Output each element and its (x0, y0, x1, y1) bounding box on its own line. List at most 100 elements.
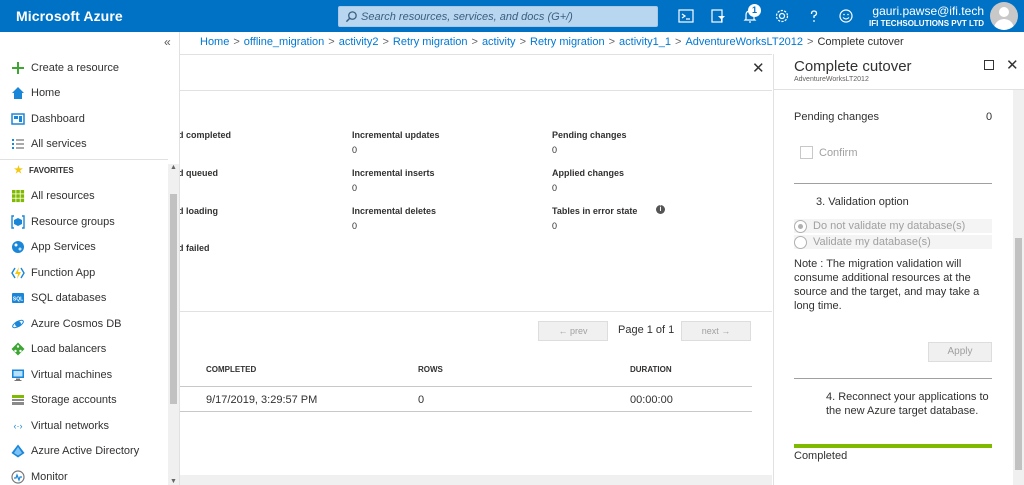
divider (180, 311, 772, 312)
help-icon[interactable] (804, 6, 824, 26)
radio-label: Do not validate my database(s) (813, 220, 966, 232)
breadcrumb-link[interactable]: Retry migration (393, 36, 468, 48)
blade-scroll-thumb[interactable] (1015, 238, 1022, 470)
sidebar-item-monitor[interactable]: Monitor (0, 464, 168, 485)
plus-icon (12, 61, 24, 74)
breadcrumb-separator: > (233, 36, 240, 48)
sidebar-item-label: Resource groups (31, 215, 115, 228)
column-header-completed[interactable]: COMPLETED (206, 365, 256, 374)
directory-filter-icon[interactable] (708, 6, 728, 26)
radio-button[interactable] (794, 235, 807, 249)
monitor-icon (11, 469, 25, 484)
sidebar-item-app-services[interactable]: App Services (0, 234, 168, 259)
cloud-shell-icon[interactable] (676, 6, 696, 26)
column-header-duration[interactable]: DURATION (630, 365, 672, 374)
sidebar-item-load-balancers[interactable]: Load balancers (0, 336, 168, 361)
user-org[interactable]: IFI TECHSOLUTIONS PVT LTD (869, 19, 984, 28)
function-app-icon (11, 266, 25, 279)
breadcrumb-separator: > (675, 36, 682, 48)
radio-validate[interactable]: Validate my database(s) (794, 235, 992, 249)
sidebar-item-sql-databases[interactable]: SQL SQL databases (0, 285, 168, 310)
settings-icon[interactable] (772, 6, 792, 26)
stat-label: Incremental inserts (352, 168, 435, 178)
sidebar-item-label: Home (31, 86, 61, 99)
confirm-label: Confirm (819, 146, 858, 159)
horizontal-scrollbar[interactable] (180, 475, 772, 485)
breadcrumb-link[interactable]: offline_migration (244, 36, 325, 48)
grid-icon (12, 189, 25, 202)
sidebar-item-label: Virtual networks (31, 419, 110, 432)
sidebar-item-virtual-machines[interactable]: Virtual machines (0, 362, 168, 387)
sidebar-item-function-app[interactable]: Function App (0, 260, 168, 285)
sidebar-item-label: All resources (31, 189, 95, 202)
sidebar-item-label: Create a resource (31, 61, 120, 74)
stat-label: d completed (180, 130, 232, 140)
radio-do-not-validate[interactable]: Do not validate my database(s) (794, 219, 992, 233)
scroll-down-icon[interactable]: ▼ (170, 478, 177, 485)
sidebar-item-storage-accounts[interactable]: Storage accounts (0, 387, 168, 412)
stat-label: Incremental deletes (352, 206, 437, 216)
confirm-checkbox[interactable]: Confirm (800, 146, 858, 159)
sidebar-scrollbar[interactable]: ▲ ▼ (168, 164, 179, 485)
info-icon[interactable]: i (656, 205, 665, 214)
storage-icon (12, 394, 24, 405)
breadcrumb-separator: > (382, 36, 389, 48)
pending-changes-label: Pending changes (794, 111, 880, 123)
feedback-icon[interactable] (836, 6, 856, 26)
breadcrumb-link[interactable]: activity1_1 (619, 36, 671, 48)
column-header-rows[interactable]: ROWS (418, 365, 443, 374)
maximize-icon[interactable] (984, 60, 994, 70)
page-info: Page 1 of 1 (618, 324, 675, 336)
sidebar-scroll-thumb[interactable] (170, 194, 177, 404)
next-page-button[interactable]: next → (681, 321, 751, 341)
stat-label: d failed (180, 243, 210, 253)
sidebar-item-resource-groups[interactable]: Resource groups (0, 209, 168, 234)
aad-icon (11, 444, 25, 457)
sidebar-item-all-resources[interactable]: All resources (0, 183, 168, 208)
blade-scrollbar[interactable] (1013, 90, 1024, 485)
user-email[interactable]: gauri.pawse@ifi.tech (872, 4, 984, 18)
progress-bar (794, 444, 992, 448)
avatar[interactable] (990, 2, 1018, 30)
radio-button-selected[interactable] (794, 219, 807, 233)
breadcrumb-link[interactable]: activity2 (339, 36, 379, 48)
sidebar-item-dashboard[interactable]: Dashboard (0, 106, 168, 131)
breadcrumb: Home > offline_migration > activity2 > Retry m… (200, 36, 904, 48)
breadcrumb-link[interactable]: AdventureWorksLT2012 (685, 36, 803, 48)
sidebar-item-azure-active-directory[interactable]: Azure Active Directory (0, 438, 168, 463)
prev-page-button[interactable]: ← prev (538, 321, 608, 341)
status-text: Completed (794, 450, 848, 462)
star-icon: ★ (14, 165, 23, 176)
sidebar-item-all-services[interactable]: All services (0, 131, 168, 156)
breadcrumb-link[interactable]: Home (200, 36, 229, 48)
progress-fill (794, 444, 992, 448)
sidebar-item-label: Storage accounts (31, 393, 117, 406)
collapse-sidebar-button[interactable]: « (164, 35, 171, 49)
sidebar-item-home[interactable]: Home (0, 80, 168, 105)
search-input[interactable]: Search resources, services, and docs (G+… (338, 6, 658, 27)
scroll-up-icon[interactable]: ▲ (170, 164, 177, 171)
notification-badge: 1 (748, 4, 761, 17)
svg-text:SQL: SQL (13, 296, 23, 302)
validation-note: Note : The migration validation will con… (794, 258, 980, 312)
sidebar-item-label: Dashboard (31, 112, 85, 125)
sidebar-item-cosmos-db[interactable]: Azure Cosmos DB (0, 311, 168, 336)
stat-value: 0 (552, 183, 558, 193)
breadcrumb-link[interactable]: activity (482, 36, 516, 48)
close-icon[interactable]: ✕ (1006, 56, 1019, 74)
breadcrumb-link[interactable]: Retry migration (530, 36, 605, 48)
table-header-divider (180, 386, 752, 387)
sidebar-item-label: Azure Active Directory (31, 444, 140, 457)
sidebar-item-virtual-networks[interactable]: ‹·› Virtual networks (0, 413, 168, 438)
checkbox-box[interactable] (800, 146, 813, 159)
apply-button[interactable]: Apply (928, 342, 992, 362)
breadcrumb-separator: > (471, 36, 478, 48)
sidebar: « Create a resource Home Dashboard All s… (0, 32, 180, 485)
brand-title[interactable]: Microsoft Azure (16, 8, 123, 24)
breadcrumb-separator: > (519, 36, 526, 48)
sidebar-item-create-resource[interactable]: Create a resource (0, 55, 168, 80)
reconnect-heading: 4. Reconnect your applications to the ne… (826, 391, 989, 417)
cosmos-icon (12, 319, 24, 328)
stat-value: 0 (552, 145, 558, 155)
close-icon[interactable]: ✕ (752, 59, 765, 77)
